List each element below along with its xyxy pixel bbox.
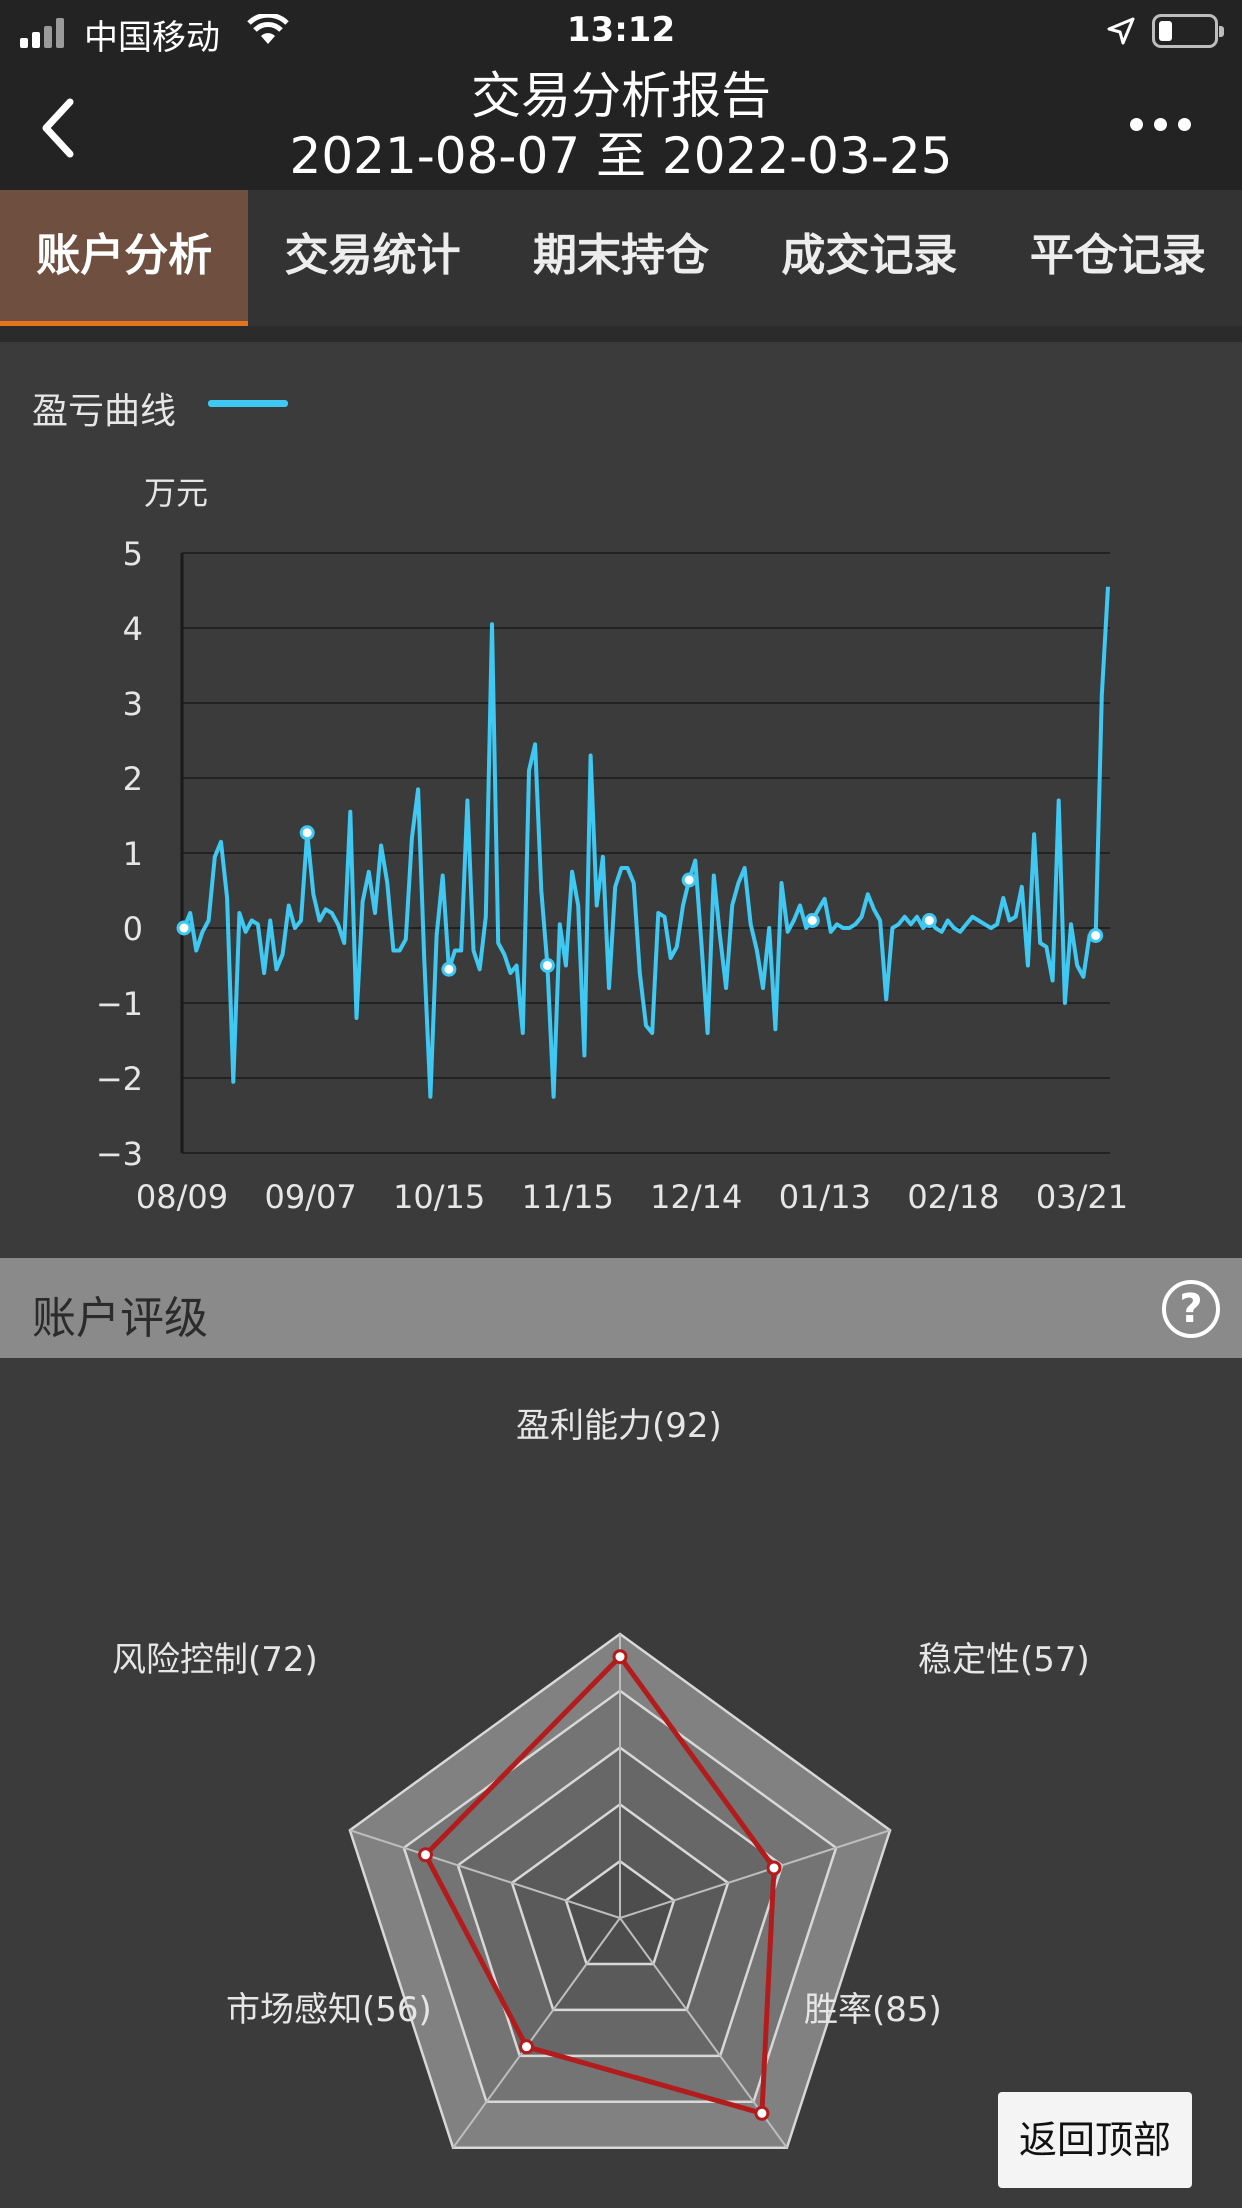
status-time: 13:12	[566, 10, 676, 50]
chart-unit-label: 万元	[144, 474, 209, 512]
x-tick-label: 09/07	[264, 1178, 356, 1216]
radar-score-point	[418, 1847, 434, 1863]
x-tick-label: 03/21	[1036, 1178, 1128, 1216]
radar-axis-market-sense: 市场感知(56)	[226, 1990, 432, 2030]
radar-axis-profitability: 盈利能力(92)	[516, 1406, 722, 1446]
radar-axis-stability: 稳定性(57)	[918, 1640, 1090, 1680]
radar-score-point	[754, 2105, 770, 2121]
tab-fill-records[interactable]: 成交记录	[745, 190, 993, 326]
pnl-marker-point	[176, 920, 192, 936]
tab-end-positions[interactable]: 期末持仓	[497, 190, 745, 326]
y-tick-label: −3	[96, 1135, 143, 1173]
x-tick-label: 11/15	[522, 1178, 614, 1216]
y-tick-label: 5	[123, 535, 143, 573]
pnl-marker-point	[441, 961, 457, 977]
y-tick-label: 2	[123, 760, 143, 798]
rating-radar-chart	[348, 1632, 892, 2150]
radar-score-point	[519, 2039, 535, 2055]
x-tick-label: 08/09	[136, 1178, 228, 1216]
chart-legend-swatch	[208, 400, 288, 407]
x-tick-label: 01/13	[779, 1178, 871, 1216]
pnl-marker-point	[1088, 928, 1104, 943]
rating-radar-panel: 盈利能力(92) 稳定性(57) 胜率(85) 市场感知(56) 风险控制(72…	[0, 1358, 1242, 2208]
pnl-chart-panel: 5 4 3 2 1 0 −1 −2 −3 08/09 09/07 10/15 11/15 12/14 01/…	[0, 342, 1242, 1258]
pnl-series-line	[182, 586, 1110, 1099]
x-tick-label: 02/18	[907, 1178, 999, 1216]
x-tick-label: 10/15	[393, 1178, 485, 1216]
pnl-marker-point	[681, 872, 697, 888]
chart-legend-label: 盈亏曲线	[32, 391, 177, 432]
x-tick-label: 12/14	[650, 1178, 742, 1216]
radar-axis-risk-control: 风险控制(72)	[112, 1640, 318, 1680]
pnl-marker-point	[804, 913, 820, 928]
y-tick-label: 0	[123, 910, 143, 948]
back-to-top-button[interactable]: 返回顶部	[998, 2092, 1192, 2188]
tab-divider	[0, 326, 1242, 342]
radar-score-point	[766, 1860, 782, 1876]
location-arrow-icon	[1107, 17, 1135, 45]
tab-account-analysis[interactable]: 账户分析	[0, 190, 249, 326]
radar-score-point	[612, 1649, 628, 1665]
battery-icon	[1152, 14, 1224, 48]
rating-header: 账户评级 ?	[0, 1258, 1242, 1358]
y-tick-label: −2	[96, 1060, 143, 1098]
pnl-marker-point	[299, 825, 315, 841]
y-tick-label: −1	[96, 985, 143, 1023]
pnl-marker-point	[921, 913, 937, 928]
tab-close-records[interactable]: 平仓记录	[994, 190, 1242, 326]
y-tick-label: 1	[123, 835, 143, 873]
y-tick-label: 4	[123, 610, 143, 648]
question-circle-icon[interactable]: ?	[1162, 1280, 1220, 1338]
status-bar: 中国移动 13:12	[0, 0, 1242, 62]
pnl-marker-point	[539, 958, 555, 973]
page-title: 交易分析报告	[471, 67, 771, 125]
page-date-range: 2021-08-07 至 2022-03-25	[289, 127, 953, 185]
radar-axis-win-rate: 胜率(85)	[804, 1990, 942, 2030]
tab-trade-statistics[interactable]: 交易统计	[248, 190, 496, 326]
y-tick-label: 3	[123, 685, 143, 723]
tab-bar: 账户分析 交易统计 期末持仓 成交记录 平仓记录	[0, 190, 1242, 326]
rating-title: 账户评级	[32, 1293, 208, 1344]
more-options-icon[interactable]	[1120, 108, 1200, 144]
top-bar: 中国移动 13:12 交易分析报告 2021-08-07 至 2022-03-2…	[0, 0, 1242, 190]
